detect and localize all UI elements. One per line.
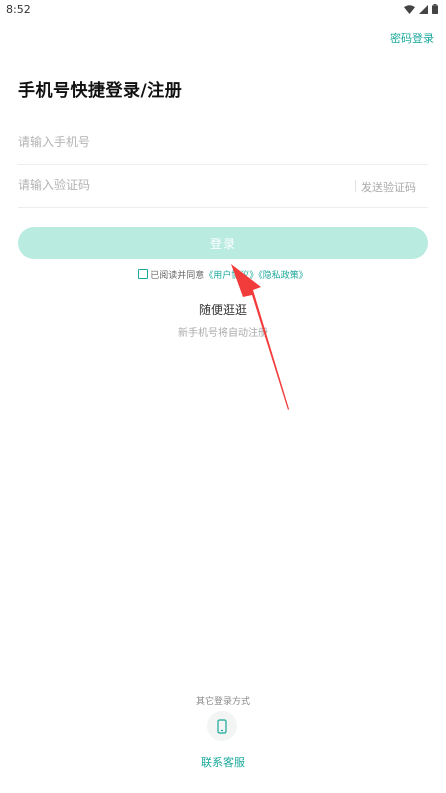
status-bar: 8:52: [0, 0, 446, 20]
wifi-icon: [404, 4, 415, 14]
send-code-button[interactable]: 发送验证码: [361, 179, 416, 195]
phone-login-button[interactable]: [207, 711, 237, 741]
code-divider: [355, 180, 356, 192]
other-login-label: 其它登录方式: [195, 697, 250, 707]
code-input[interactable]: [18, 163, 338, 207]
status-time: 8:52: [6, 3, 31, 16]
privacy-policy-link[interactable]: 《隐私政策》: [258, 271, 308, 281]
contact-support-link[interactable]: 联系客服: [0, 754, 446, 770]
battery-icon: [432, 4, 438, 14]
login-button[interactable]: 登录: [18, 227, 428, 259]
signal-icon: [419, 4, 428, 14]
phone-input[interactable]: [18, 120, 338, 164]
agreement-prefix: 已阅读并同意: [150, 271, 205, 281]
phone-field: [18, 120, 428, 165]
user-agreement-link[interactable]: 《用户协议》: [204, 271, 258, 281]
phone-icon: [217, 718, 227, 734]
agreement-row: 已阅读并同意《用户协议》《隐私政策》: [0, 268, 446, 281]
code-field: 发送验证码: [18, 163, 428, 208]
guest-browse-button[interactable]: 随便逛逛: [0, 301, 446, 318]
red-arrow-annotation: [231, 264, 289, 410]
status-icons: [404, 4, 438, 14]
auto-register-hint: 新手机号将自动注册: [178, 328, 268, 339]
agreement-checkbox[interactable]: [138, 269, 149, 279]
page-title: 手机号快捷登录/注册: [18, 81, 183, 101]
password-login-link[interactable]: 密码登录: [390, 30, 434, 46]
